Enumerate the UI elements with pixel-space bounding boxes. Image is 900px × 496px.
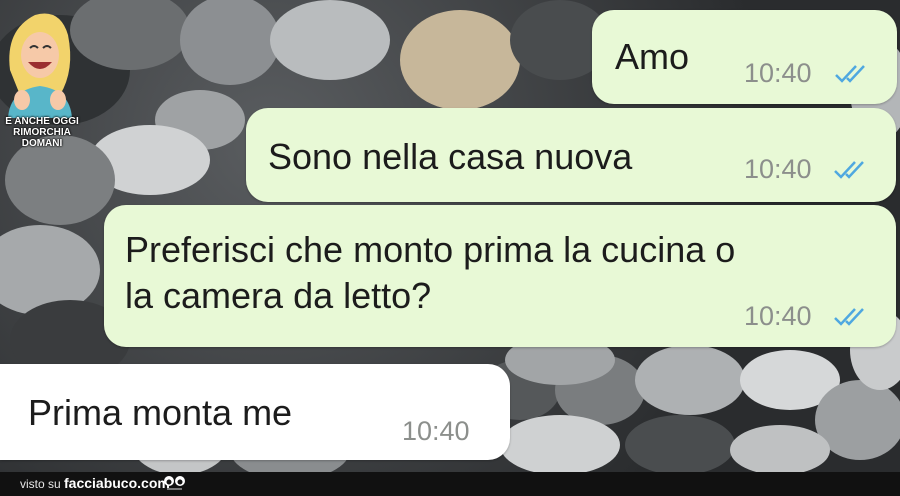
message-text: Amo — [615, 36, 690, 77]
message-time: 10:40 — [744, 154, 812, 184]
cartoon-woman-logo-icon — [8, 13, 72, 118]
logo-caption-line2: RIMORCHIA DOMANI — [13, 127, 71, 149]
logo-caption: E ANCHE OGGI RIMORCHIA DOMANI — [2, 116, 82, 149]
visto-label: visto su — [20, 477, 61, 491]
message-time: 10:40 — [744, 58, 812, 88]
double-check-read-icon — [835, 65, 865, 83]
message-line: Preferisci che monto prima la cucina o — [125, 229, 736, 270]
message-text: Sono nella casa nuova — [268, 136, 633, 177]
avatar-logo: E ANCHE OGGI RIMORCHIA DOMANI — [0, 0, 79, 149]
double-check-read-icon — [834, 161, 864, 179]
message-time: 10:40 — [402, 416, 470, 446]
message-text: Prima monta me — [28, 392, 293, 433]
message-bubble-incoming[interactable]: Prima monta me 10:40 — [0, 364, 510, 460]
message-bubble-outgoing[interactable]: Amo 10:40 — [592, 10, 897, 104]
eyes-logo-icon — [164, 476, 185, 490]
message-text: Preferisci che monto prima la cucina o l… — [125, 227, 735, 319]
double-check-read-icon — [834, 308, 864, 326]
message-bubble-outgoing[interactable]: Preferisci che monto prima la cucina o l… — [104, 205, 896, 347]
message-line: la camera da letto? — [125, 275, 432, 316]
message-bubble-outgoing[interactable]: Sono nella casa nuova 10:40 — [246, 108, 896, 202]
watermark-footer: visto su facciabuco.com — [0, 472, 900, 496]
logo-caption-line1: E ANCHE OGGI — [5, 116, 79, 127]
brand-link[interactable]: facciabuco.com — [64, 475, 170, 491]
message-time: 10:40 — [744, 301, 812, 331]
